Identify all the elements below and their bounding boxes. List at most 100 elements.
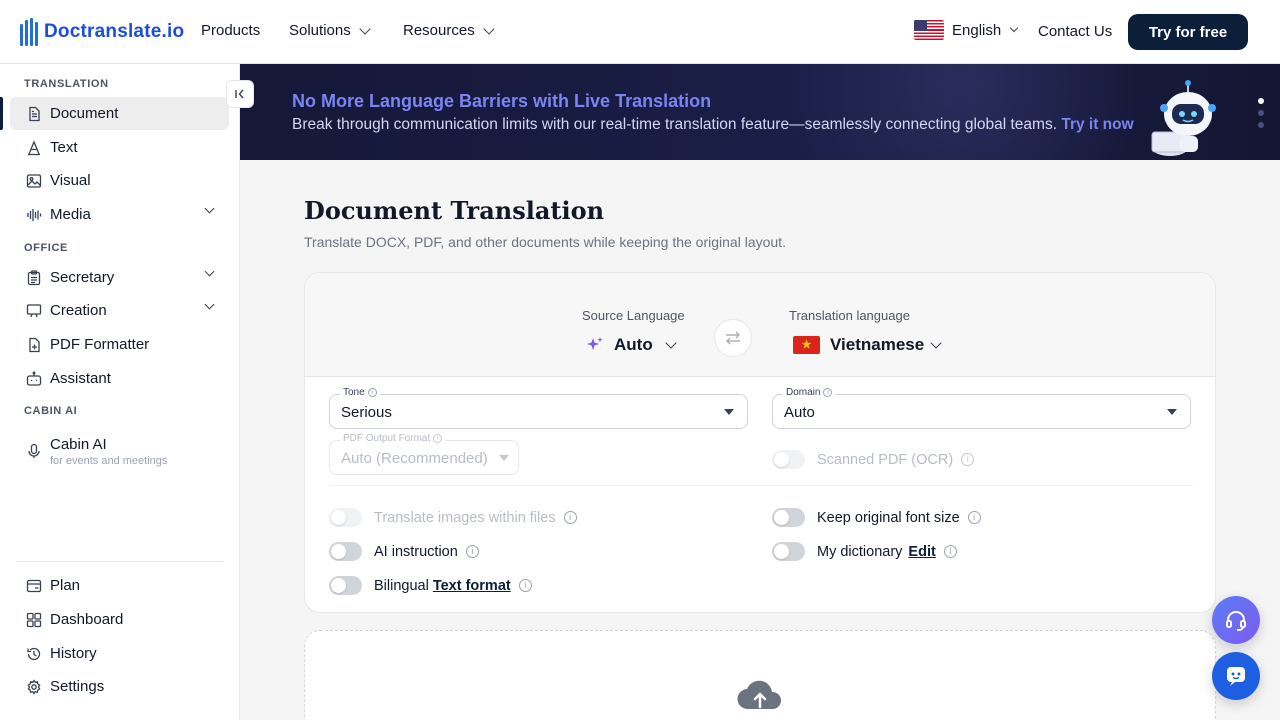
info-icon[interactable]: i: [943, 545, 957, 558]
sidebar-item-text[interactable]: Text: [10, 131, 229, 164]
keep-font-size-toggle[interactable]: [772, 508, 805, 527]
pdf-output-format-select[interactable]: PDF Output Format i Auto (Recommended): [329, 433, 519, 475]
history-icon: [26, 646, 42, 662]
tone-select[interactable]: Tone i Serious: [329, 387, 748, 429]
info-icon[interactable]: i: [433, 434, 443, 443]
chevron-down-icon: [204, 203, 215, 214]
source-language-label: Source Language: [582, 308, 685, 323]
target-language-select[interactable]: ★ Vietnamese: [793, 335, 942, 355]
tone-value: Serious: [341, 404, 392, 421]
sidebar-item-secretary[interactable]: Secretary: [10, 261, 229, 294]
chevron-down-icon: [483, 22, 495, 35]
domain-label-text: Domain: [786, 387, 821, 398]
bot-icon: [26, 371, 42, 387]
domain-select[interactable]: Domain i Auto: [772, 387, 1191, 429]
headset-icon: [1226, 611, 1246, 631]
language-label: English: [952, 21, 1002, 39]
info-icon[interactable]: i: [563, 511, 577, 524]
bilingual-toggle[interactable]: [329, 576, 362, 595]
file-upload-dropzone[interactable]: [304, 630, 1216, 720]
contact-us-link[interactable]: Contact Us: [1038, 23, 1112, 40]
tone-label: Tone i: [340, 387, 380, 398]
gear-icon: [26, 678, 42, 695]
sidebar-item-assistant[interactable]: Assistant: [10, 362, 229, 395]
my-dictionary-toggle-row: My dictionary Edit i: [772, 542, 957, 561]
banner-try-link[interactable]: Try it now: [1061, 116, 1133, 133]
info-icon[interactable]: i: [465, 545, 479, 558]
sidebar-item-dashboard[interactable]: Dashboard: [10, 603, 229, 636]
banner-subtitle: Break through communication limits with …: [292, 116, 1134, 134]
sidebar-item-label: Creation: [50, 302, 107, 319]
sidebar-item-label: History: [50, 645, 97, 662]
section-title-office: OFFICE: [24, 242, 68, 254]
sidebar-item-label: Secretary: [50, 269, 115, 286]
sidebar-item-history[interactable]: History: [10, 637, 229, 670]
my-dictionary-toggle[interactable]: [772, 542, 805, 561]
edit-dictionary-link[interactable]: Edit: [908, 544, 935, 560]
sidebar-item-cabin-ai[interactable]: Cabin AI for events and meetings: [10, 430, 229, 472]
top-navigation: Doctranslate.io Products Solutions Resou…: [0, 0, 1280, 64]
support-button[interactable]: [1212, 596, 1260, 644]
logo-icon: [20, 18, 38, 46]
nav-products-label: Products: [201, 22, 261, 39]
translation-settings-card: Source Language Auto Translation languag…: [304, 272, 1216, 613]
sidebar-item-label: Settings: [50, 678, 105, 695]
sidebar-item-media[interactable]: Media: [10, 198, 229, 231]
promo-banner[interactable]: No More Language Barriers with Live Tran…: [240, 64, 1280, 160]
section-title-cabin-ai: CABIN AI: [24, 405, 78, 417]
bilingual-toggle-row: Bilingual Text format i: [329, 576, 532, 595]
swap-languages-button[interactable]: [714, 319, 752, 357]
carousel-dot[interactable]: [1258, 110, 1264, 116]
info-icon[interactable]: i: [961, 453, 975, 466]
ai-instruction-toggle[interactable]: [329, 542, 362, 561]
chevron-down-icon: [665, 337, 677, 349]
nav-solutions[interactable]: Solutions: [289, 22, 371, 39]
nav-products[interactable]: Products: [201, 22, 260, 39]
presentation-icon: [26, 303, 42, 319]
page-title: Document Translation: [304, 196, 605, 225]
caret-down-icon: [1167, 409, 1177, 415]
keep-font-size-label: Keep original font size: [817, 509, 960, 526]
logo-text: Doctranslate.io: [44, 21, 185, 42]
language-selector-panel: Source Language Auto Translation languag…: [305, 273, 1215, 377]
info-icon[interactable]: i: [518, 579, 532, 592]
my-dictionary-label: My dictionary: [817, 543, 903, 560]
scanned-pdf-toggle[interactable]: [772, 450, 805, 469]
language-selector[interactable]: English: [914, 20, 1019, 40]
try-for-free-button[interactable]: Try for free: [1128, 14, 1248, 50]
chat-button[interactable]: [1212, 652, 1260, 700]
keep-font-size-toggle-row: Keep original font size i: [772, 508, 981, 527]
translate-images-toggle[interactable]: [329, 508, 362, 527]
domain-label: Domain i: [783, 387, 836, 398]
logo[interactable]: Doctranslate.io: [20, 18, 184, 46]
sidebar-item-label: Plan: [50, 577, 81, 594]
collapse-sidebar-button[interactable]: [226, 80, 254, 108]
vietnam-flag-icon: ★: [793, 336, 820, 354]
nav-resources-label: Resources: [403, 22, 475, 39]
chat-bot-icon: [1227, 667, 1245, 686]
sidebar-item-label: Document: [50, 105, 119, 122]
nav-resources[interactable]: Resources: [403, 22, 495, 39]
sidebar-item-label: Visual: [50, 172, 91, 189]
nav-solutions-label: Solutions: [289, 22, 351, 39]
sidebar-item-creation[interactable]: Creation: [10, 294, 229, 327]
sidebar-item-settings[interactable]: Settings: [10, 670, 229, 703]
audio-wave-icon: [26, 207, 42, 223]
caret-down-icon: [724, 409, 734, 415]
info-icon[interactable]: i: [367, 388, 377, 397]
file-plus-icon: [26, 337, 42, 353]
source-language-select[interactable]: Auto: [586, 335, 677, 355]
bilingual-label: Bilingual: [374, 577, 429, 594]
sidebar-item-plan[interactable]: Plan: [10, 569, 229, 602]
info-icon[interactable]: i: [967, 511, 981, 524]
cloud-upload-icon: [737, 680, 782, 710]
cabin-ai-text: Cabin AI for events and meetings: [50, 436, 167, 467]
info-icon[interactable]: i: [823, 388, 833, 397]
carousel-dot[interactable]: [1258, 122, 1264, 128]
sidebar-item-visual[interactable]: Visual: [10, 164, 229, 197]
text-format-link[interactable]: Text format: [433, 578, 511, 594]
sidebar-item-document[interactable]: Document: [10, 97, 229, 130]
sidebar-item-pdf-formatter[interactable]: PDF Formatter: [10, 328, 229, 361]
carousel-dot[interactable]: [1258, 98, 1264, 104]
chevron-down-icon: [204, 266, 215, 277]
